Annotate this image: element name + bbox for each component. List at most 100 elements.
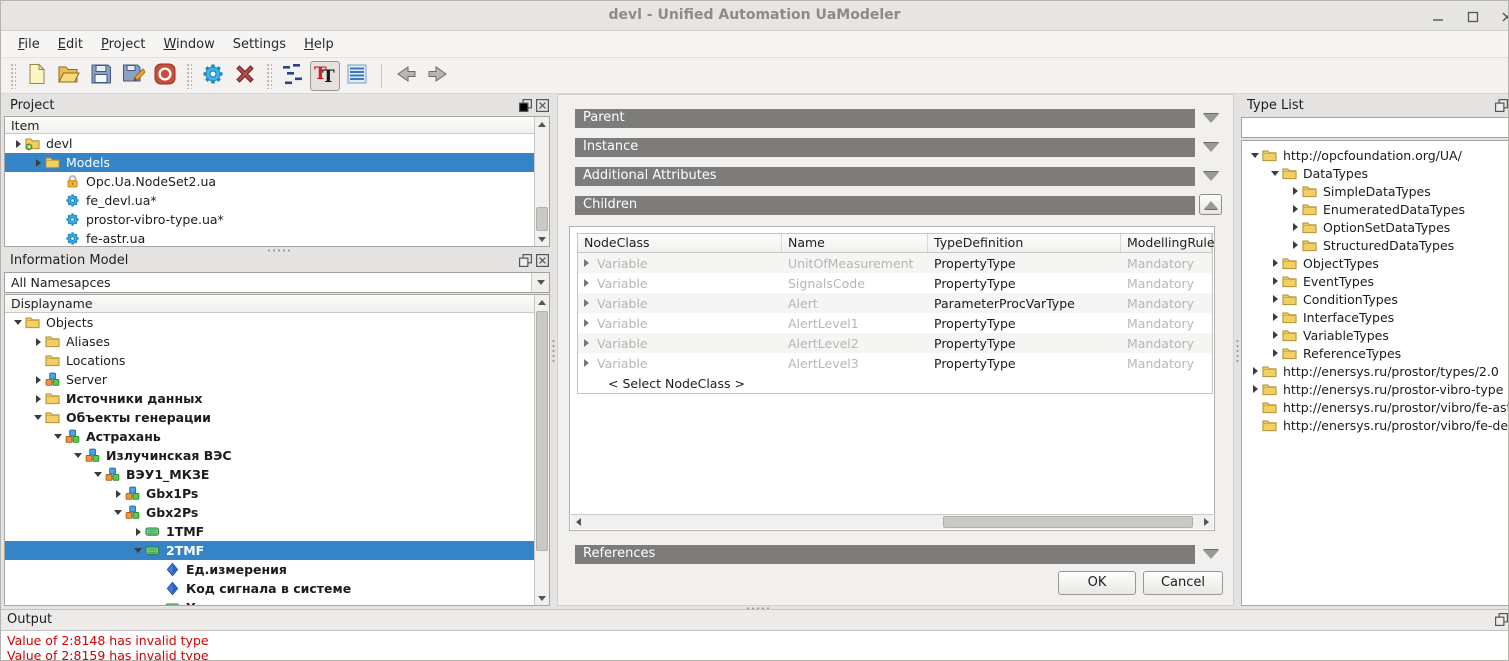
expand-icon[interactable]: [1268, 331, 1282, 339]
expand-icon[interactable]: [1268, 277, 1282, 285]
tree-item[interactable]: Server: [5, 370, 549, 389]
collapse-icon[interactable]: [131, 548, 145, 553]
tree-item[interactable]: fe_devl.ua*: [5, 191, 549, 210]
vertical-splitter[interactable]: [551, 338, 556, 364]
tree-item[interactable]: OptionSetDataTypes: [1242, 218, 1509, 236]
expand-icon[interactable]: [1268, 259, 1282, 267]
tree-item[interactable]: http://opcfoundation.org/UA/: [1242, 146, 1509, 164]
tree-item[interactable]: VariableTypes: [1242, 326, 1509, 344]
project-column-header[interactable]: Item: [5, 117, 534, 134]
scroll-right-icon[interactable]: [1199, 515, 1213, 529]
minimize-button[interactable]: [1426, 8, 1450, 26]
collapse-icon[interactable]: [1248, 153, 1262, 158]
tree-item[interactable]: StructuredDataTypes: [1242, 236, 1509, 254]
type-filter-input[interactable]: [1241, 117, 1509, 138]
info-model-column-header[interactable]: Displayname: [5, 295, 534, 313]
collapse-icon[interactable]: [51, 434, 65, 439]
tree-item[interactable]: Объекты генерации: [5, 408, 549, 427]
tree-item[interactable]: Источники данных: [5, 389, 549, 408]
tree-item[interactable]: DataTypes: [1242, 164, 1509, 182]
menu-settings[interactable]: Settings: [224, 33, 295, 56]
tree-item[interactable]: Opc.Ua.NodeSet2.ua: [5, 172, 549, 191]
column-header-typedefinition[interactable]: TypeDefinition: [928, 234, 1121, 252]
tree-item[interactable]: Aliases: [5, 332, 549, 351]
forward-button[interactable]: [423, 61, 453, 91]
scroll-down-icon[interactable]: [535, 591, 549, 605]
expand-icon[interactable]: [584, 299, 589, 307]
toolbar-grip[interactable]: [10, 63, 16, 89]
expand-icon[interactable]: [1288, 205, 1302, 213]
expand-icon[interactable]: [1288, 223, 1302, 231]
save-button[interactable]: [86, 61, 116, 91]
exit-button[interactable]: [150, 61, 180, 91]
tree-item[interactable]: Код сигнала в системе: [5, 579, 549, 598]
tree-item[interactable]: ReferenceTypes: [1242, 344, 1509, 362]
tree-item[interactable]: InterfaceTypes: [1242, 308, 1509, 326]
section-instance[interactable]: Instance: [575, 138, 1195, 157]
section-references[interactable]: References: [575, 545, 1195, 564]
expand-icon[interactable]: [584, 259, 589, 267]
cancel-button[interactable]: Cancel: [1143, 571, 1223, 595]
menu-edit[interactable]: Edit: [49, 33, 92, 56]
expand-icon[interactable]: [584, 339, 589, 347]
toolbar-grip[interactable]: [186, 63, 192, 89]
expand-icon[interactable]: [584, 319, 589, 327]
collapse-parent-icon[interactable]: [1201, 109, 1221, 128]
model-tree-button[interactable]: [278, 61, 308, 91]
section-parent[interactable]: Parent: [575, 109, 1195, 128]
close-panel-icon[interactable]: [536, 99, 549, 112]
tree-item[interactable]: SimpleDataTypes: [1242, 182, 1509, 200]
children-table-row[interactable]: VariableSignalsCodePropertyTypeMandatory: [578, 273, 1212, 293]
collapse-icon[interactable]: [111, 510, 125, 515]
tree-item[interactable]: 1TMF: [5, 522, 549, 541]
tree-item[interactable]: 2TMF: [5, 541, 549, 560]
expand-icon[interactable]: [1248, 367, 1262, 375]
collapse-icon[interactable]: [71, 453, 85, 458]
tree-item[interactable]: Излучинская ВЭС: [5, 446, 549, 465]
float-panel-icon[interactable]: [519, 254, 532, 267]
save-as-button[interactable]: [118, 61, 148, 91]
collapse-additional-attributes-icon[interactable]: [1201, 167, 1221, 186]
collapse-instance-icon[interactable]: [1201, 138, 1221, 157]
scroll-left-icon[interactable]: [571, 515, 585, 529]
open-folder-button[interactable]: [54, 61, 84, 91]
tree-item[interactable]: http://enersys.ru/prostor-vibro-type: [1242, 380, 1509, 398]
tree-item[interactable]: Ед.измерения: [5, 560, 549, 579]
tree-item[interactable]: EventTypes: [1242, 272, 1509, 290]
close-button[interactable]: [1495, 8, 1509, 26]
scroll-up-icon[interactable]: [535, 295, 549, 309]
tree-item[interactable]: Models: [5, 153, 549, 172]
float-panel-icon[interactable]: [1495, 99, 1508, 112]
column-header-name[interactable]: Name: [782, 234, 928, 252]
back-button[interactable]: [391, 61, 421, 91]
expand-icon[interactable]: [1248, 385, 1262, 393]
collapse-icon[interactable]: [1268, 171, 1282, 176]
expand-icon[interactable]: [31, 395, 45, 403]
namespace-filter-combobox[interactable]: All Namesapces: [4, 272, 550, 293]
expand-icon[interactable]: [31, 376, 45, 384]
scrollbar-thumb[interactable]: [536, 207, 548, 231]
tree-item[interactable]: http://enersys.ru/prostor/vibro/fe-dev: [1242, 416, 1509, 434]
tree-item[interactable]: Gbx1Ps: [5, 484, 549, 503]
list-view-button[interactable]: [342, 61, 372, 91]
column-header-nodeclass[interactable]: NodeClass: [578, 234, 782, 252]
menu-help[interactable]: Help: [295, 33, 343, 56]
types-button[interactable]: TT: [310, 61, 340, 91]
tree-item[interactable]: prostor-vibro-type.ua*: [5, 210, 549, 229]
expand-icon[interactable]: [11, 140, 25, 148]
scrollbar-thumb[interactable]: [943, 516, 1193, 528]
tree-item[interactable]: http://enersys.ru/prostor/types/2.0: [1242, 362, 1509, 380]
toolbar-grip[interactable]: [266, 63, 272, 89]
expand-icon[interactable]: [1268, 349, 1282, 357]
tree-item[interactable]: Gbx2Ps: [5, 503, 549, 522]
collapse-children-button[interactable]: [1199, 194, 1222, 215]
tree-item[interactable]: ObjectTypes: [1242, 254, 1509, 272]
settings-gear-button[interactable]: [198, 61, 228, 91]
children-table-row[interactable]: VariableAlertLevel1PropertyTypeMandatory: [578, 313, 1212, 333]
section-children[interactable]: Children: [575, 196, 1195, 215]
combo-dropdown-icon[interactable]: [531, 273, 549, 292]
collapse-icon[interactable]: [11, 320, 25, 325]
tree-item[interactable]: Астрахань: [5, 427, 549, 446]
tree-item[interactable]: devl: [5, 134, 549, 153]
collapse-references-icon[interactable]: [1201, 545, 1221, 564]
